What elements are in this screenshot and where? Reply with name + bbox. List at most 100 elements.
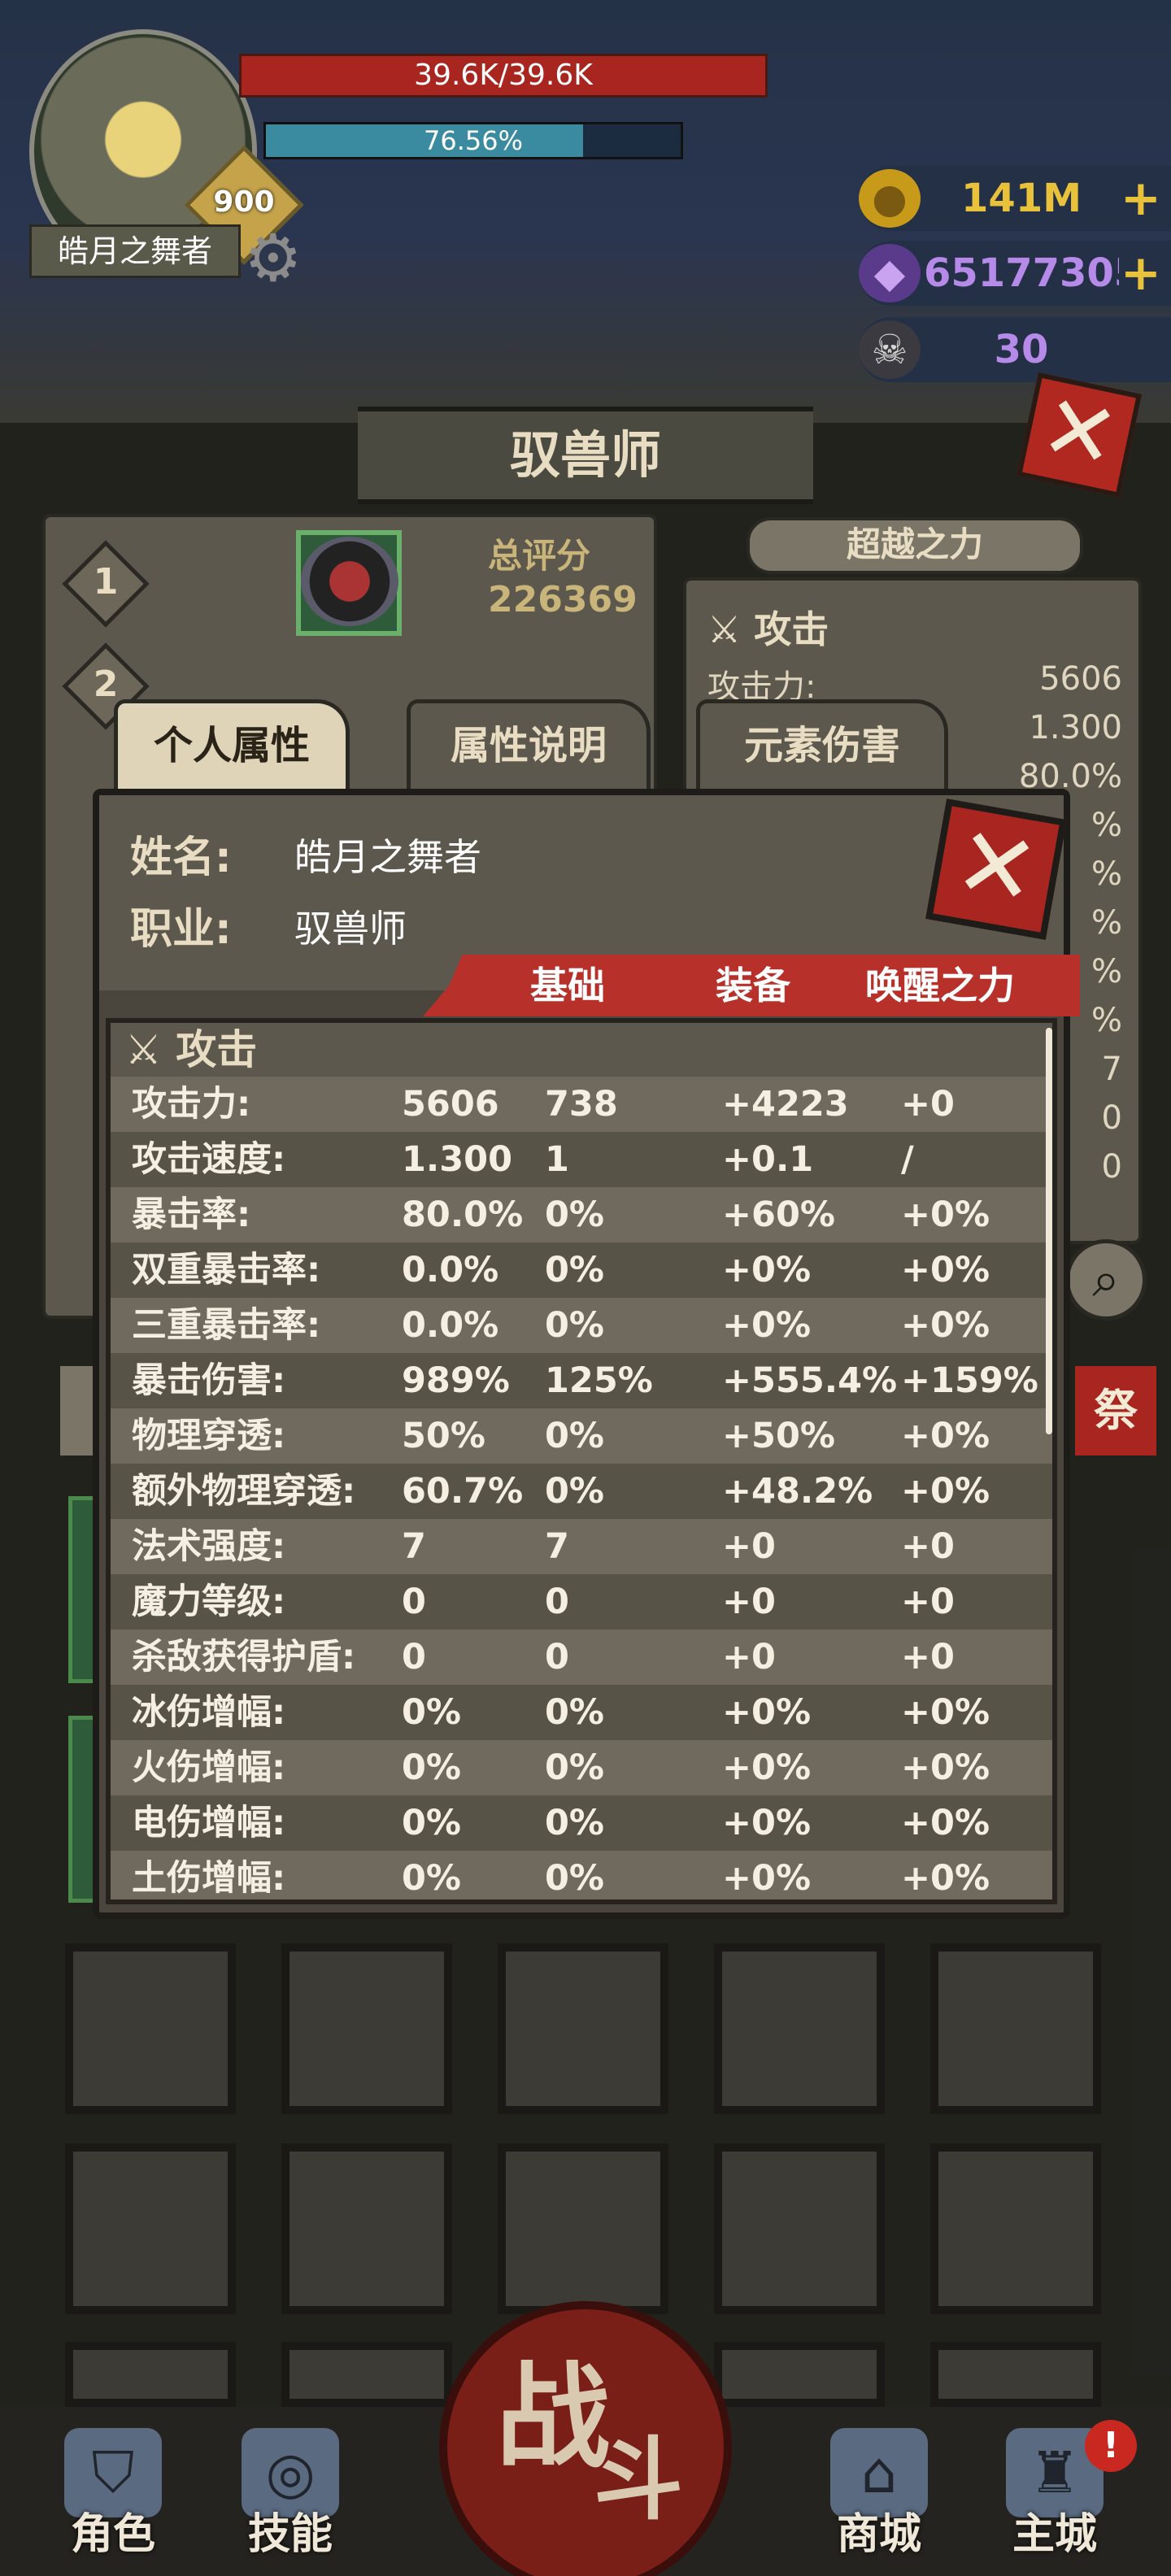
table-row: 攻击速度: 1.300 1 +0.1 / [111, 1132, 1052, 1187]
awaken-value: +0 [901, 1637, 955, 1677]
base-value: 0% [545, 1803, 605, 1843]
battle-label-1: 战 [496, 2352, 611, 2484]
awaken-value: +0% [901, 1692, 990, 1733]
inventory-slot[interactable] [65, 1943, 236, 2114]
nav-role[interactable]: ⛉ 角色 [52, 2428, 174, 2566]
crossed-swords-icon: ⚔ [125, 1026, 176, 1073]
attribute-label: 双重暴击率: [132, 1250, 321, 1290]
equip-value: +0% [722, 1250, 812, 1290]
table-row: 暴击率: 80.0% 0% +60% +0% [111, 1187, 1052, 1242]
equip-value: +0% [722, 1692, 812, 1733]
table-row: 土伤增幅: 0% 0% +0% +0% [111, 1851, 1052, 1899]
gem-icon: ◆ [859, 244, 921, 302]
total-value: 60.7% [402, 1471, 524, 1512]
equip-value: +0 [722, 1526, 776, 1567]
attribute-label: 火伤增幅: [132, 1747, 286, 1788]
tab-element-damage[interactable]: 元素伤害 [696, 699, 948, 789]
table-row: 法术强度: 7 7 +0 +0 [111, 1519, 1052, 1574]
gold-value: 141M [961, 176, 1082, 221]
total-value: 5606 [402, 1084, 499, 1125]
awaken-value: +0% [901, 1305, 990, 1346]
attribute-label: 土伤增幅: [132, 1858, 286, 1899]
gem-resource: ◆ 65177305 + [859, 241, 1171, 306]
total-value: 0% [402, 1803, 462, 1843]
attribute-label: 冰伤增幅: [132, 1692, 286, 1733]
nav-shop[interactable]: ⌂ 商城 [818, 2428, 940, 2566]
table-scrollbar[interactable] [1046, 1028, 1052, 1434]
inventory-slot[interactable] [714, 2143, 885, 2314]
inventory-slot[interactable] [281, 2143, 452, 2314]
settings-gear-icon[interactable]: ⚙ [244, 226, 303, 291]
inventory-slot[interactable] [714, 1943, 885, 2114]
inventory-slot[interactable] [714, 2342, 885, 2407]
base-value: 0% [545, 1692, 605, 1733]
inventory-slot[interactable] [65, 2342, 236, 2407]
inventory-slot[interactable] [281, 2342, 452, 2407]
column-equip: 装备 [716, 964, 790, 1007]
attribute-label: 物理穿透: [132, 1416, 286, 1456]
crossed-swords-icon: ⚔ [707, 607, 755, 651]
class-value: 驭兽师 [294, 907, 407, 951]
close-screen-button[interactable]: ✕ [1016, 372, 1143, 498]
attribute-label: 杀敌获得护盾: [132, 1637, 356, 1677]
equip-value: +48.2% [722, 1471, 873, 1512]
awaken-value: +0 [901, 1582, 955, 1622]
name-value: 皓月之舞者 [294, 835, 481, 879]
xp-bar: 76.56% [263, 122, 683, 159]
inventory-slot[interactable] [498, 2143, 668, 2314]
table-row: 电伤增幅: 0% 0% +0% +0% [111, 1795, 1052, 1851]
awaken-value: +0 [901, 1084, 955, 1125]
column-awaken: 唤醒之力 [865, 964, 1015, 1007]
total-value: 80.0% [402, 1194, 524, 1235]
equip-value: +60% [722, 1194, 835, 1235]
gold-resource: ● 141M + [859, 166, 1171, 231]
equip-value: +0 [722, 1582, 776, 1622]
rank-number-1: 1 [93, 561, 119, 603]
total-value: 0.0% [402, 1250, 499, 1290]
base-value: 0% [545, 1471, 605, 1512]
attribute-label: 电伤增幅: [132, 1803, 286, 1843]
inventory-slot[interactable] [65, 2143, 236, 2314]
close-dialog-button[interactable]: ✕ [925, 798, 1067, 940]
inventory-slot[interactable] [930, 2342, 1101, 2407]
inventory-slot[interactable] [930, 2143, 1101, 2314]
inventory-slot[interactable] [498, 1943, 668, 2114]
total-value: 989% [402, 1360, 510, 1401]
hp-bar: 39.6K/39.6K [239, 54, 768, 98]
table-row: 冰伤增幅: 0% 0% +0% +0% [111, 1685, 1052, 1740]
table-row: 额外物理穿透: 60.7% 0% +48.2% +0% [111, 1464, 1052, 1519]
total-value: 1.300 [402, 1139, 513, 1180]
table-row: 杀敌获得护盾: 0 0 +0 +0 [111, 1630, 1052, 1685]
equip-value: +0 [722, 1637, 776, 1677]
inventory-slot[interactable] [281, 1943, 452, 2114]
inventory-slot[interactable] [930, 1943, 1101, 2114]
equip-value: +0% [722, 1858, 812, 1899]
coin-icon: ● [859, 169, 921, 228]
tab-attribute-explanation[interactable]: 属性说明 [407, 699, 651, 789]
equip-value: +0% [722, 1803, 812, 1843]
tab-personal-attributes[interactable]: 个人属性 [114, 699, 350, 789]
search-button[interactable]: ⌕ [1065, 1239, 1147, 1321]
equip-value: +50% [722, 1416, 835, 1456]
attribute-label: 攻击力: [132, 1084, 251, 1125]
attribute-label: 额外物理穿透: [132, 1471, 356, 1512]
equip-value: +555.4% [722, 1360, 898, 1401]
xp-text: 76.56% [423, 125, 523, 156]
attack-section-header: ⚔ 攻击 [111, 1023, 1052, 1077]
add-gold-button[interactable]: + [1121, 166, 1161, 231]
page-title: 驭兽师 [358, 407, 813, 504]
attribute-table[interactable]: ⚔ 攻击 攻击力: 5606 738 +4223 +0 攻击速度: 1.300 1 +0.1 / 暴… [106, 1018, 1057, 1904]
equip-value: +4223 [722, 1084, 849, 1125]
attribute-label: 暴击伤害: [132, 1360, 286, 1401]
nav-skill[interactable]: ◎ 技能 [229, 2428, 351, 2566]
side-badge[interactable]: 祭 [1075, 1366, 1156, 1456]
attribute-label: 攻击速度: [132, 1139, 286, 1180]
battle-button[interactable]: 战 斗 [439, 2301, 732, 2576]
table-row: 暴击伤害: 989% 125% +555.4% +159% [111, 1353, 1052, 1408]
score-label: 总评分 [488, 536, 591, 576]
add-gem-button[interactable]: + [1121, 241, 1161, 306]
total-value: 50% [402, 1416, 485, 1456]
table-row: 物理穿透: 50% 0% +50% +0% [111, 1408, 1052, 1464]
surpass-power-button[interactable]: 超越之力 [747, 517, 1083, 574]
table-row: 三重暴击率: 0.0% 0% +0% +0% [111, 1298, 1052, 1353]
